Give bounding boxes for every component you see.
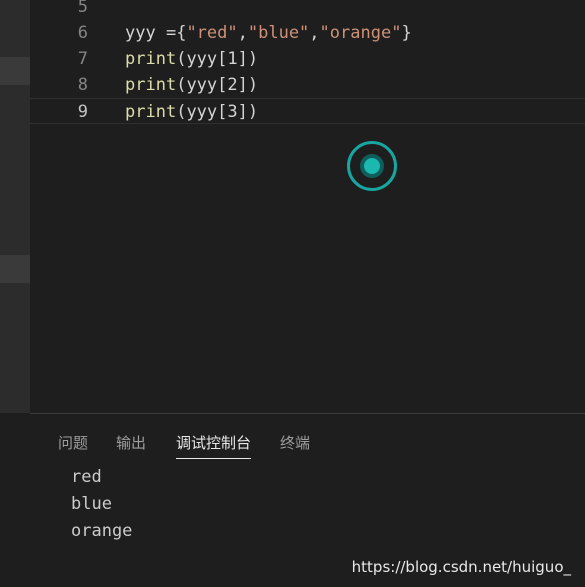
console-line: red xyxy=(71,467,102,487)
debug-console-output: red blue orange xyxy=(71,464,132,545)
code-line-current[interactable]: 9 print(yyy[3]) xyxy=(30,98,585,124)
tab-output[interactable]: 输出 xyxy=(116,432,146,454)
activity-bar-highlight[interactable] xyxy=(0,57,30,85)
line-code: print(yyy[3]) xyxy=(125,102,259,122)
loading-spinner-icon xyxy=(347,141,397,191)
console-line: orange xyxy=(71,521,133,541)
code-line[interactable]: 7 print(yyy[1]) xyxy=(30,46,585,72)
loading-spinner-core xyxy=(360,154,384,178)
line-number: 6 xyxy=(77,23,88,43)
code-line[interactable]: 8 print(yyy[2]) xyxy=(30,72,585,98)
tab-terminal[interactable]: 终端 xyxy=(280,432,310,454)
tab-problems[interactable]: 问题 xyxy=(58,432,88,454)
line-code: yyy ={"red","blue","orange"} xyxy=(125,23,412,43)
code-line[interactable]: 5 xyxy=(30,0,585,20)
code-editor[interactable]: 5 6 yyy ={"red","blue","orange"} 7 print… xyxy=(30,0,585,413)
line-number: 9 xyxy=(77,102,88,122)
line-number: 7 xyxy=(77,49,88,69)
line-number: 8 xyxy=(77,75,88,95)
activity-bar-highlight[interactable] xyxy=(0,255,30,283)
console-line: blue xyxy=(71,494,112,514)
line-code: print(yyy[1]) xyxy=(125,49,259,69)
tab-debug-console[interactable]: 调试控制台 xyxy=(176,432,252,459)
code-line[interactable]: 6 yyy ={"red","blue","orange"} xyxy=(30,20,585,46)
activity-bar xyxy=(0,0,30,413)
line-code: print(yyy[2]) xyxy=(125,75,259,95)
watermark: https://blog.csdn.net/huiguo_ xyxy=(351,558,571,576)
line-number: 5 xyxy=(77,0,88,17)
